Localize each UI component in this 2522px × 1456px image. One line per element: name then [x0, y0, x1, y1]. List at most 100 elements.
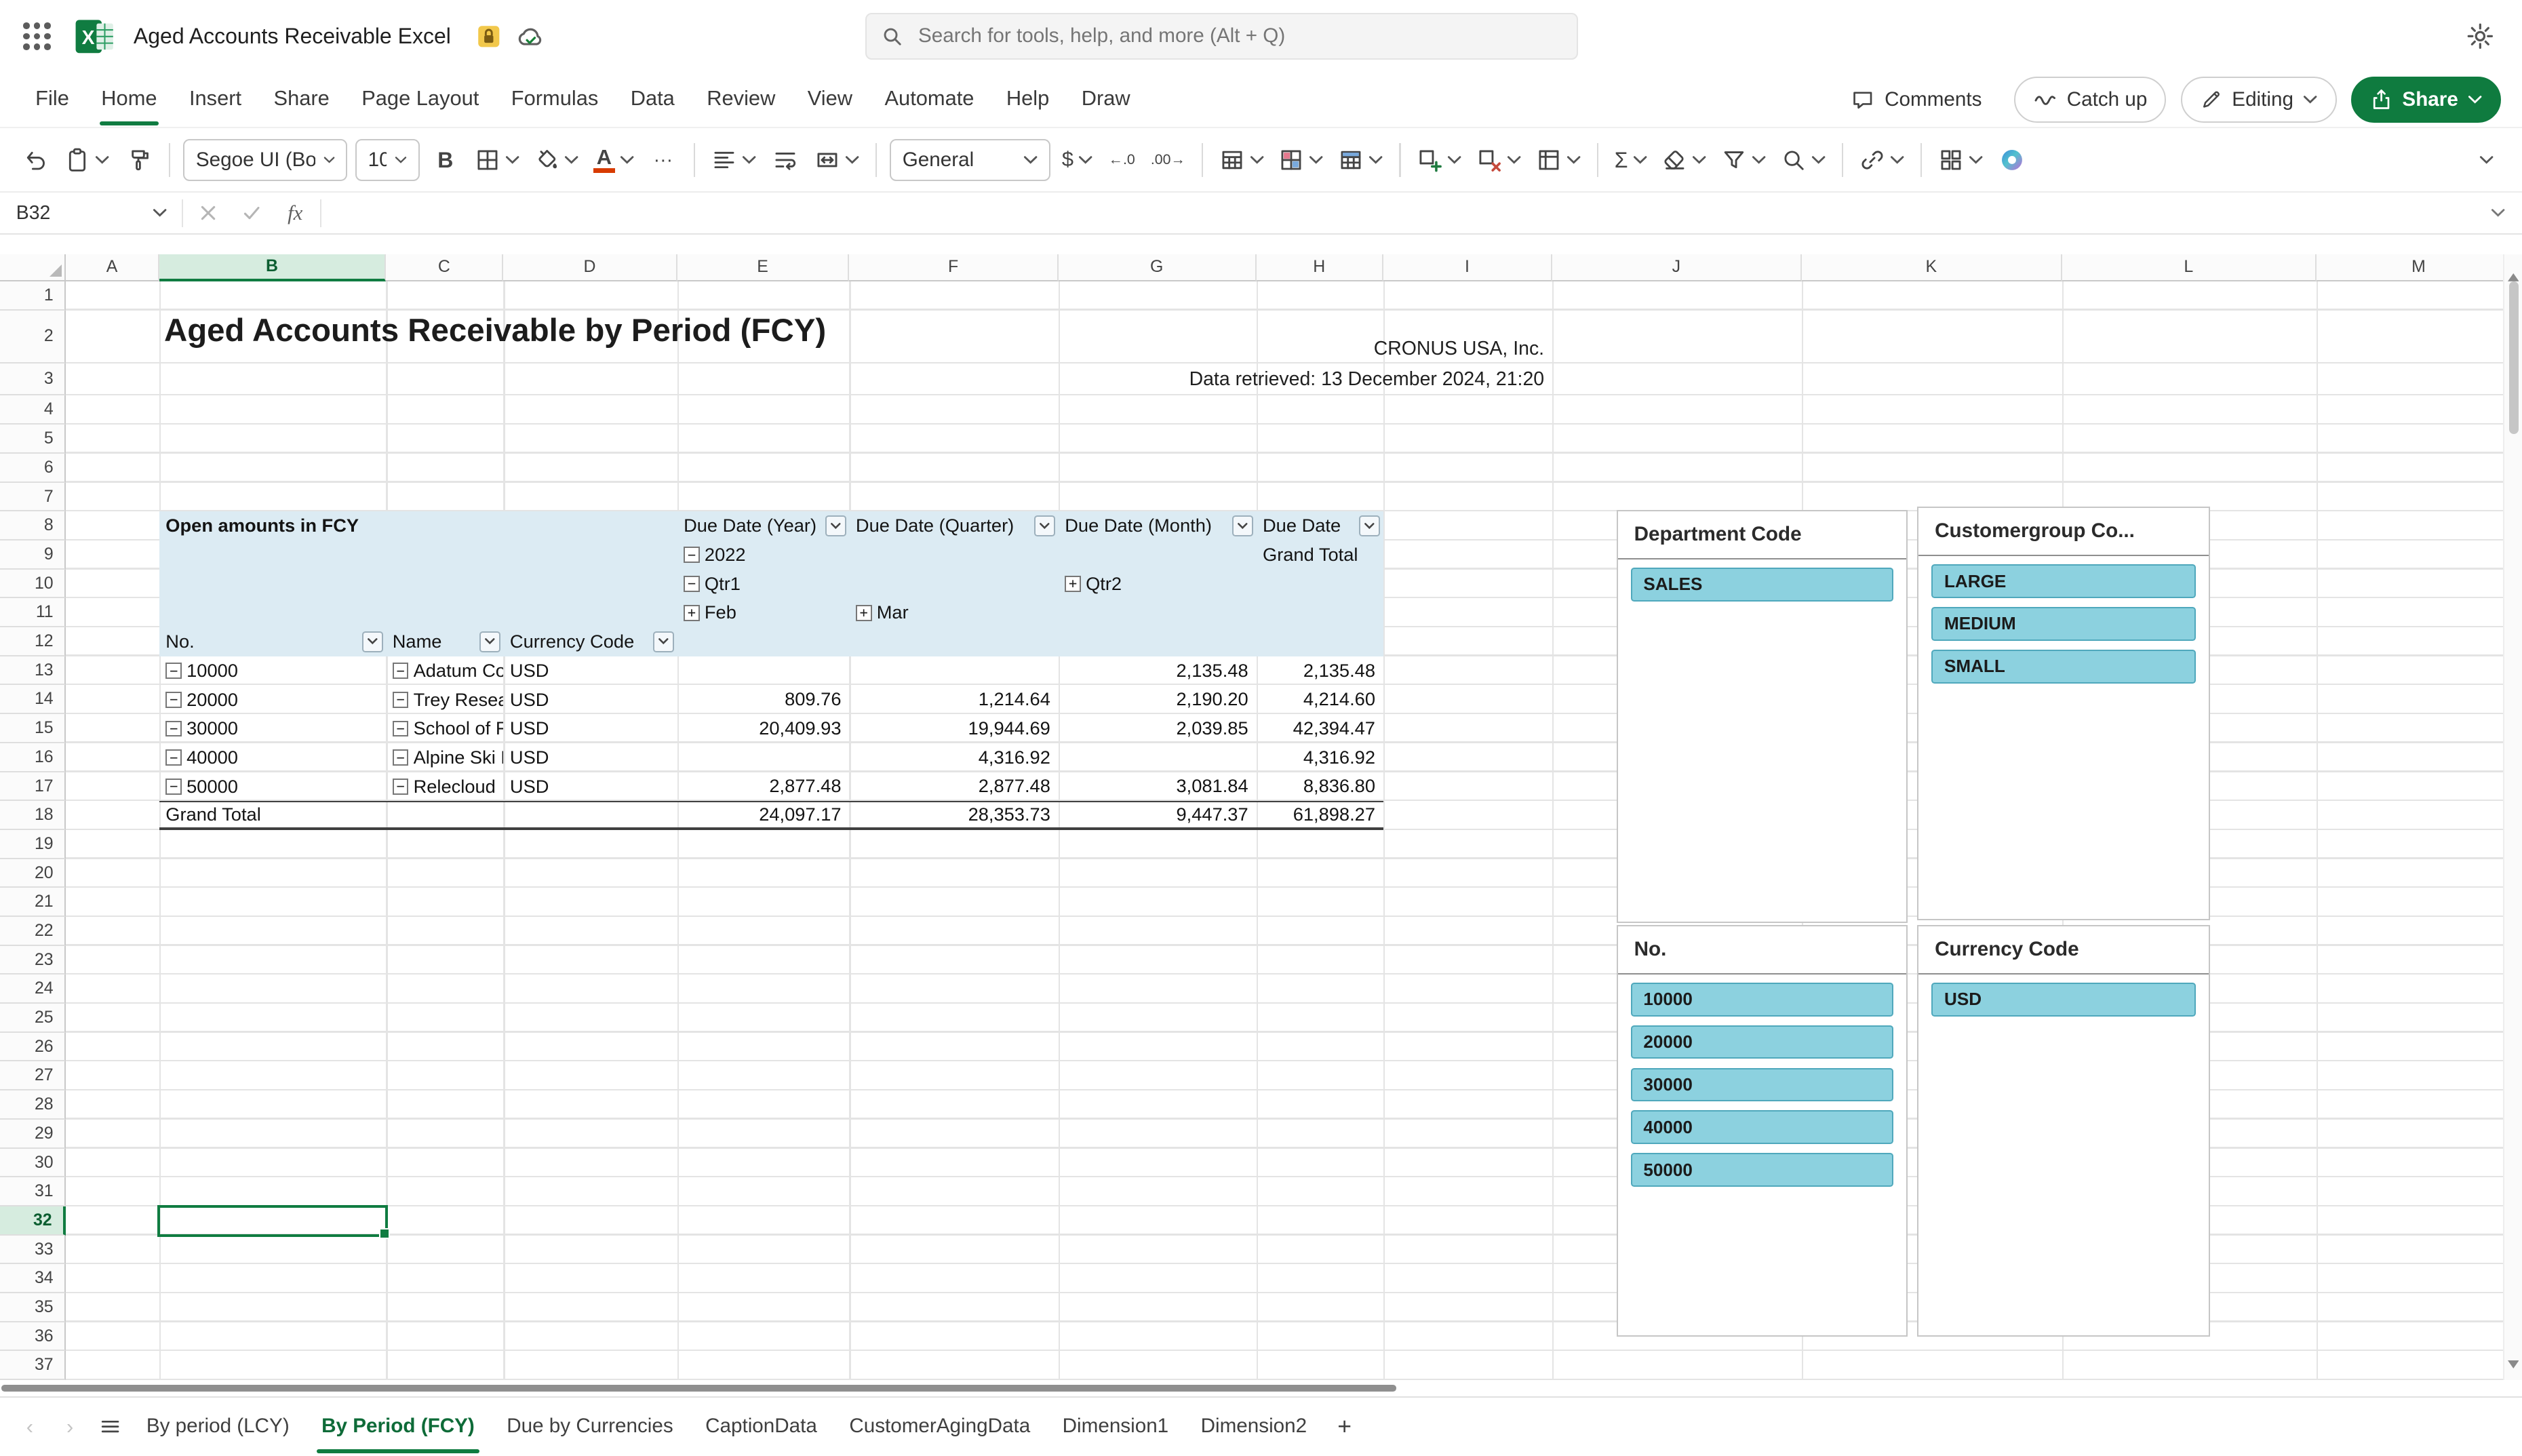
cell-format-button[interactable] [1529, 138, 1587, 182]
cancel-icon[interactable] [186, 193, 230, 233]
font-color-button[interactable]: A [587, 138, 641, 182]
slicer-item-usd[interactable]: USD [1931, 982, 2196, 1017]
pivot-year-label[interactable]: −2022 [677, 540, 850, 570]
menu-tab-review[interactable]: Review [691, 73, 792, 127]
row-header-5[interactable]: 5 [0, 425, 66, 454]
row-header-27[interactable]: 27 [0, 1061, 66, 1091]
currency-code-filter-button[interactable] [653, 631, 674, 652]
row-header-25[interactable]: 25 [0, 1004, 66, 1033]
number-format-combobox[interactable]: General [890, 138, 1051, 181]
vertical-scrollbar[interactable] [2502, 254, 2522, 1381]
menu-tab-help[interactable]: Help [990, 73, 1065, 127]
row-header-21[interactable]: 21 [0, 888, 66, 917]
pivot-column-field[interactable]: Due Date [1256, 511, 1383, 540]
row-header-1[interactable]: 1 [0, 281, 66, 311]
column-header-M[interactable]: M [2316, 254, 2522, 282]
row-header-16[interactable]: 16 [0, 743, 66, 772]
slicer-item-large[interactable]: LARGE [1931, 564, 2196, 598]
comments-button[interactable]: Comments [1833, 77, 1999, 123]
vertical-scroll-thumb[interactable] [2508, 281, 2519, 435]
row-header-17[interactable]: 17 [0, 772, 66, 802]
row-header-35[interactable]: 35 [0, 1293, 66, 1322]
copilot-button[interactable] [1991, 138, 2033, 182]
pivot-value-cell[interactable]: 4,214.60 [1256, 685, 1383, 714]
horizontal-scroll-thumb[interactable] [1, 1385, 1396, 1392]
pivot-value-cell[interactable]: 2,877.48 [677, 772, 850, 801]
pivot-value-cell[interactable] [849, 656, 1058, 686]
pivot-value-cell[interactable] [1059, 743, 1257, 772]
wrap-text-button[interactable] [764, 138, 806, 182]
expand-button[interactable]: + [1065, 576, 1081, 592]
pivot-currency-code[interactable]: USD [503, 656, 677, 686]
collapse-button[interactable]: − [165, 749, 182, 766]
pivot-value-cell[interactable]: 42,394.47 [1256, 714, 1383, 743]
format-as-table-button[interactable] [1332, 138, 1390, 182]
pivot-customer-no[interactable]: −50000 [159, 772, 386, 801]
formula-bar-expand-icon[interactable] [2474, 193, 2522, 233]
pivot-customer-name[interactable]: −Trey Resear [386, 685, 503, 714]
row-header-9[interactable]: 9 [0, 540, 66, 570]
row-header-20[interactable]: 20 [0, 859, 66, 888]
document-title[interactable]: Aged Accounts Receivable Excel [134, 24, 451, 49]
row-header-10[interactable]: 10 [0, 569, 66, 599]
pivot-customer-no[interactable]: −40000 [159, 743, 386, 772]
pivot-customer-no[interactable]: −20000 [159, 685, 386, 714]
formula-input[interactable] [321, 193, 2475, 234]
row-header-8[interactable]: 8 [0, 511, 66, 540]
row-header-31[interactable]: 31 [0, 1177, 66, 1206]
row-header-29[interactable]: 29 [0, 1119, 66, 1149]
pivot-value-cell[interactable]: 2,190.20 [1059, 685, 1257, 714]
row-header-26[interactable]: 26 [0, 1032, 66, 1062]
row-header-13[interactable]: 13 [0, 656, 66, 686]
row-header-19[interactable]: 19 [0, 829, 66, 859]
column-header-I[interactable]: I [1383, 254, 1552, 282]
accounting-format-button[interactable]: $ [1055, 138, 1099, 182]
column-header-L[interactable]: L [2062, 254, 2317, 282]
pivot-qtr1-label[interactable]: − Qtr1 [677, 569, 850, 599]
undo-button[interactable] [14, 138, 56, 182]
tab-scroll-right-icon[interactable]: › [50, 1415, 90, 1439]
expand-button[interactable]: + [855, 604, 872, 621]
paste-button[interactable] [58, 138, 115, 182]
row-header-18[interactable]: 18 [0, 801, 66, 830]
pivot-row-field[interactable]: Name [386, 627, 504, 656]
pivot-currency-code[interactable]: USD [503, 685, 677, 714]
conditional-formatting-button[interactable] [1272, 138, 1330, 182]
sheet-tab-by-period-fcy[interactable]: By Period (FCY) [305, 1397, 490, 1456]
pivot-currency-code[interactable]: USD [503, 772, 677, 801]
tab-scroll-left-icon[interactable]: ‹ [9, 1415, 50, 1439]
menu-tab-file[interactable]: File [19, 73, 85, 127]
row-header-11[interactable]: 11 [0, 598, 66, 628]
excel-logo-icon[interactable]: X [74, 16, 116, 58]
pivot-customer-name[interactable]: − Relecloud [386, 772, 503, 801]
more-font-options-button[interactable]: ··· [642, 138, 684, 182]
worksheet-grid[interactable]: A B C D E F G H I J K L M 1 2 3 4 5 6 7 8 9 10 11 12 13 14 15 16 17 18… [0, 254, 2522, 1381]
share-button[interactable]: Share [2350, 76, 2502, 123]
row-header-37[interactable]: 37 [0, 1351, 66, 1381]
catch-up-button[interactable]: Catch up [2013, 76, 2167, 123]
enter-check-icon[interactable] [230, 193, 273, 233]
sheet-tab-by-period-lcy[interactable]: By period (LCY) [130, 1397, 305, 1456]
save-status-cloud-icon[interactable] [515, 22, 545, 51]
column-header-E[interactable]: E [677, 254, 850, 282]
collapse-button[interactable]: − [392, 749, 409, 766]
link-button[interactable] [1853, 138, 1910, 182]
merge-center-button[interactable] [808, 138, 865, 182]
row-header-14[interactable]: 14 [0, 685, 66, 715]
insert-table-button[interactable] [1213, 138, 1270, 182]
pivot-row-field[interactable]: No. [159, 627, 387, 656]
decrease-decimal-button[interactable]: ←.0 [1101, 138, 1143, 182]
column-header-A[interactable]: A [66, 254, 159, 282]
pivot-customer-name[interactable]: − Adatum Co [386, 656, 503, 686]
column-header-F[interactable]: F [849, 254, 1059, 282]
due-date-year-filter-button[interactable] [825, 515, 846, 536]
pivot-grand-total-value[interactable]: 61,898.27 [1257, 802, 1383, 827]
all-sheets-menu-icon[interactable] [90, 1415, 130, 1438]
row-header-30[interactable]: 30 [0, 1148, 66, 1178]
menu-tab-automate[interactable]: Automate [869, 73, 990, 127]
collapse-button[interactable]: − [165, 720, 182, 737]
pivot-value-cell[interactable]: 3,081.84 [1059, 772, 1257, 801]
sheet-tab-customeragingdata[interactable]: CustomerAgingData [833, 1397, 1046, 1456]
column-header-G[interactable]: G [1058, 254, 1257, 282]
pivot-value-cell[interactable]: 2,877.48 [849, 772, 1058, 801]
